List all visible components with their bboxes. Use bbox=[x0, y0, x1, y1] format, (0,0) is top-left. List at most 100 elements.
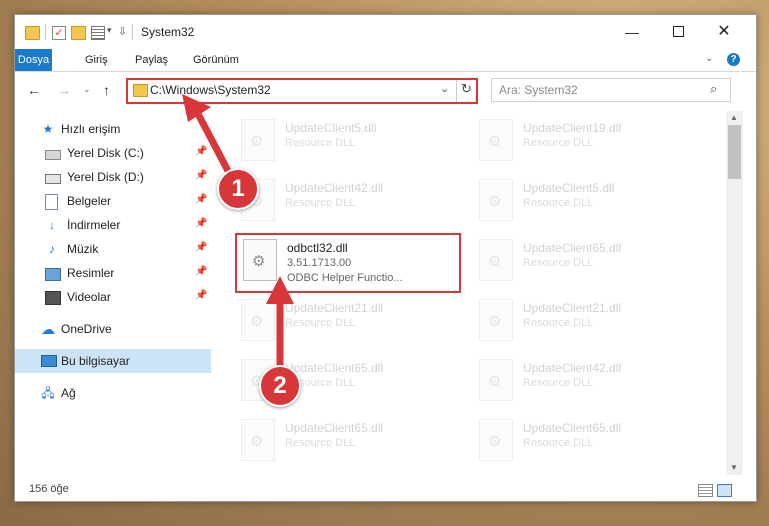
file-item[interactable]: UpdateClient19.dll Resource DLL bbox=[473, 115, 693, 171]
network-icon: 🖧 bbox=[41, 386, 55, 400]
up-arrow-icon[interactable]: ↑ bbox=[103, 82, 110, 98]
file-item[interactable]: UpdateClient42.dll Resource DLL bbox=[235, 175, 455, 231]
back-arrow-icon[interactable]: ← bbox=[27, 82, 41, 98]
search-input[interactable]: Ara: System32 ⌕ bbox=[491, 78, 731, 102]
help-icon[interactable]: ? bbox=[727, 53, 740, 66]
sidebar-item-videos[interactable]: Videolar 📌 bbox=[15, 285, 211, 309]
pin-icon[interactable]: 📌 bbox=[195, 290, 207, 301]
file-description: Resource DLL bbox=[285, 137, 356, 149]
dll-file-icon bbox=[479, 239, 513, 281]
file-item[interactable]: UpdateClient5.dll Resource DLL bbox=[235, 115, 455, 171]
properties-check-icon[interactable]: ✓ bbox=[52, 26, 66, 40]
search-placeholder: Ara: System32 bbox=[499, 83, 578, 97]
file-name: UpdateClient21.dll bbox=[523, 301, 622, 315]
file-item[interactable]: UpdateClient42.dll Resource DLL bbox=[473, 355, 693, 411]
recent-locations-icon[interactable]: ⌄ bbox=[83, 84, 91, 95]
forward-arrow-icon[interactable]: → bbox=[57, 82, 71, 98]
sidebar-item-label: OneDrive bbox=[61, 322, 112, 336]
new-folder-icon[interactable] bbox=[71, 26, 86, 40]
file-item-odbctl32[interactable]: odbctl32.dll 3.51.1713.00 ODBC Helper Fu… bbox=[235, 233, 461, 293]
tab-home[interactable]: Giriş bbox=[75, 49, 118, 71]
pin-icon[interactable]: 📌 bbox=[195, 194, 207, 205]
download-icon: ↓ bbox=[49, 218, 55, 232]
sidebar-item-label: Hızlı erişim bbox=[61, 122, 121, 136]
sidebar-item-network[interactable]: 🖧 Ağ bbox=[15, 381, 211, 405]
customize-toolbar-icon[interactable]: ⇩ bbox=[118, 25, 127, 41]
tab-share[interactable]: Paylaş bbox=[125, 49, 178, 71]
search-icon[interactable]: ⌕ bbox=[710, 81, 717, 97]
scroll-down-icon[interactable]: ▼ bbox=[730, 463, 738, 472]
item-count: 156 öğe bbox=[29, 483, 69, 495]
navigation-pane: ★ Hızlı erişim Yerel Disk (C:) 📌 Yerel D… bbox=[15, 111, 211, 475]
explorer-window: ✓ ▾ ⇩ System32 — ✕ Dosya Giriş Paylaş Gö… bbox=[14, 14, 757, 502]
file-item[interactable]: UpdateClient65.dll Resource DLL bbox=[473, 235, 693, 291]
sidebar-item-documents[interactable]: Belgeler 📌 bbox=[15, 189, 211, 213]
file-name: UpdateClient42.dll bbox=[285, 181, 384, 195]
maximize-icon bbox=[672, 26, 684, 37]
sidebar-item-local-disk-c[interactable]: Yerel Disk (C:) 📌 bbox=[15, 141, 211, 165]
sidebar-item-pictures[interactable]: Resimler 📌 bbox=[15, 261, 211, 285]
scroll-thumb[interactable] bbox=[728, 125, 741, 179]
file-item[interactable]: UpdateClient65.dll Resource DLL bbox=[473, 415, 693, 471]
details-view-icon[interactable] bbox=[698, 484, 713, 497]
file-name: UpdateClient65.dll bbox=[285, 421, 384, 435]
cloud-icon: ☁ bbox=[41, 321, 55, 337]
minimize-button[interactable]: — bbox=[609, 15, 655, 49]
sidebar-item-label: Müzik bbox=[67, 242, 99, 256]
address-divider bbox=[456, 80, 457, 102]
videos-icon bbox=[45, 291, 61, 305]
pin-icon[interactable]: 📌 bbox=[195, 218, 207, 229]
pin-icon[interactable]: 📌 bbox=[195, 266, 207, 277]
sidebar-item-label: Videolar bbox=[67, 290, 111, 304]
file-description: Resource DLL bbox=[285, 197, 356, 209]
expand-ribbon-icon[interactable]: ⌄ bbox=[705, 53, 713, 64]
refresh-icon[interactable]: ↻ bbox=[461, 81, 472, 97]
file-description: Resource DLL bbox=[523, 317, 594, 329]
file-item[interactable]: UpdateClient5.dll Resource DLL bbox=[473, 175, 693, 231]
quick-access-dropdown-icon[interactable]: ▾ bbox=[107, 25, 112, 41]
tab-view[interactable]: Görünüm bbox=[183, 49, 249, 71]
pin-icon[interactable]: 📌 bbox=[195, 146, 207, 157]
title-divider bbox=[132, 24, 133, 40]
file-name: UpdateClient21.dll bbox=[285, 301, 384, 315]
file-description: Resource DLL bbox=[523, 197, 594, 209]
sidebar-item-onedrive[interactable]: ☁ OneDrive bbox=[15, 317, 211, 341]
sidebar-item-label: Belgeler bbox=[67, 194, 112, 208]
properties-icon[interactable] bbox=[91, 26, 105, 40]
pin-icon[interactable]: 📌 bbox=[195, 242, 207, 253]
drive-icon bbox=[45, 174, 61, 184]
file-description: Resource DLL bbox=[285, 317, 356, 329]
file-name: odbctl32.dll bbox=[287, 241, 348, 255]
close-button[interactable]: ✕ bbox=[701, 15, 747, 49]
address-bar[interactable]: C:\Windows\System32 ⌄ ↻ bbox=[126, 78, 478, 104]
sidebar-item-label: İndirmeler bbox=[67, 218, 121, 232]
address-dropdown-icon[interactable]: ⌄ bbox=[440, 82, 449, 95]
file-item[interactable]: UpdateClient21.dll Resource DLL bbox=[473, 295, 693, 351]
quick-access-divider bbox=[45, 24, 46, 40]
vertical-scrollbar[interactable]: ▲ ▼ bbox=[726, 111, 743, 475]
file-item[interactable]: UpdateClient21.dll Resource DLL bbox=[235, 295, 455, 351]
maximize-button[interactable] bbox=[655, 15, 701, 49]
file-description: Resource DLL bbox=[523, 257, 594, 269]
status-bar: 156 öğe bbox=[15, 479, 756, 501]
dll-file-icon bbox=[243, 239, 277, 281]
folder-icon bbox=[25, 26, 40, 40]
sidebar-item-this-pc[interactable]: Bu bilgisayar bbox=[15, 349, 211, 373]
address-path[interactable]: C:\Windows\System32 bbox=[150, 83, 271, 97]
file-name: UpdateClient65.dll bbox=[523, 241, 622, 255]
sidebar-item-label: Ağ bbox=[61, 386, 76, 400]
file-name: UpdateClient5.dll bbox=[285, 121, 377, 135]
sidebar-item-quick-access[interactable]: ★ Hızlı erişim bbox=[15, 117, 211, 141]
file-item[interactable]: UpdateClient65.dll Resource DLL bbox=[235, 415, 455, 471]
large-icons-view-icon[interactable] bbox=[717, 484, 732, 497]
sidebar-item-downloads[interactable]: ↓ İndirmeler 📌 bbox=[15, 213, 211, 237]
dll-file-icon bbox=[479, 179, 513, 221]
sidebar-item-local-disk-d[interactable]: Yerel Disk (D:) 📌 bbox=[15, 165, 211, 189]
sidebar-item-music[interactable]: ♪ Müzik 📌 bbox=[15, 237, 211, 261]
pin-icon[interactable]: 📌 bbox=[195, 170, 207, 181]
tab-file[interactable]: Dosya bbox=[15, 49, 52, 71]
sidebar-item-label: Bu bilgisayar bbox=[61, 354, 130, 368]
scroll-up-icon[interactable]: ▲ bbox=[730, 113, 738, 122]
file-name: UpdateClient42.dll bbox=[523, 361, 622, 375]
dll-file-icon bbox=[479, 299, 513, 341]
